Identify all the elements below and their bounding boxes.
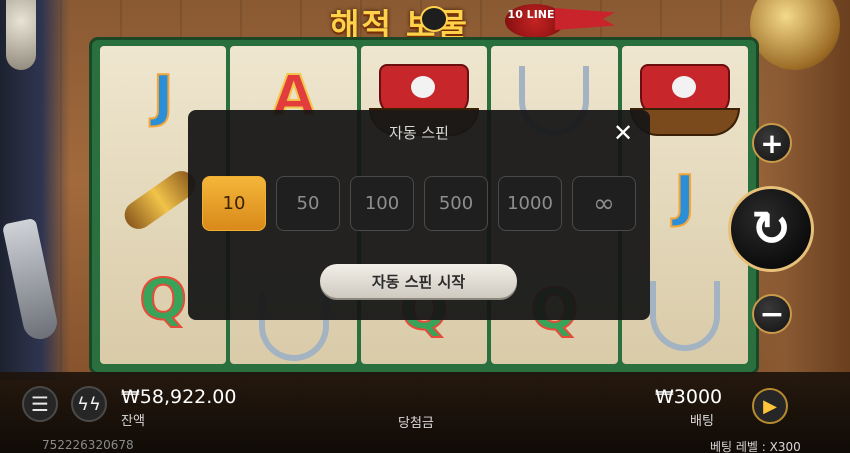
start-auto-spin-button[interactable]: 자동 스핀 시작 [320, 264, 517, 298]
symbol-q: Q [138, 267, 188, 334]
spin-icon: ↻ [750, 201, 792, 257]
auto-spin-dialog: 자동 스핀 ✕ 10 50 100 500 1000 ∞ 자동 스핀 시작 [188, 110, 650, 320]
menu-icon: ☰ [31, 392, 49, 416]
pillar-knob [6, 0, 36, 70]
autoplay-button[interactable]: ▶ [752, 388, 788, 424]
sword-hilt [1, 217, 61, 343]
option-infinite[interactable]: ∞ [572, 176, 636, 231]
option-50[interactable]: 50 [276, 176, 340, 231]
balance-value: ₩58,922.00 [121, 386, 237, 408]
bet-value: ₩3000 [655, 386, 723, 408]
plus-icon: + [760, 126, 784, 160]
spin-button[interactable]: ↻ [728, 186, 814, 272]
autoplay-icon: ▶ [763, 395, 777, 417]
minus-icon: − [759, 296, 785, 332]
option-10[interactable]: 10 [202, 176, 266, 231]
close-icon[interactable]: ✕ [610, 120, 636, 146]
win-label: 당첨금 [398, 416, 434, 431]
option-500[interactable]: 500 [424, 176, 488, 231]
symbol-j: J [152, 63, 175, 130]
skull-icon [420, 6, 448, 32]
dialog-title: 자동 스핀 [389, 124, 449, 142]
bet-label: 배팅 [690, 414, 714, 429]
bottom-bar: ☰ ϟϟ ₩58,922.00 잔액 당첨금 ₩3000 배팅 ▶ 752226… [0, 372, 850, 453]
bet-decrease-button[interactable]: − [752, 294, 792, 334]
option-100[interactable]: 100 [350, 176, 414, 231]
turbo-icon: ϟϟ [77, 393, 101, 415]
game-title-banner: 해적 보물 10 LINES [300, 0, 615, 44]
turbo-button[interactable]: ϟϟ [71, 386, 107, 422]
bet-level: 베팅 레벨 : X300 [710, 440, 801, 453]
balance-label: 잔액 [121, 414, 145, 429]
session-id: 752226320678 [42, 438, 134, 452]
menu-button[interactable]: ☰ [22, 386, 58, 422]
bet-increase-button[interactable]: + [752, 123, 792, 163]
anchor-symbol [649, 281, 720, 351]
spin-count-options: 10 50 100 500 1000 ∞ [202, 176, 636, 231]
symbol-j: J [673, 163, 696, 230]
option-1000[interactable]: 1000 [498, 176, 562, 231]
compass-bell [750, 0, 840, 70]
left-decoration [0, 0, 70, 380]
